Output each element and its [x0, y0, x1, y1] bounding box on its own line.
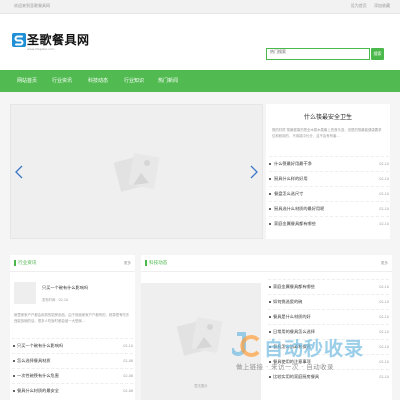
bullet-icon: [269, 223, 271, 225]
bullet-icon: [269, 163, 271, 165]
nav-item-hot-news[interactable]: 热门新闻: [158, 77, 178, 84]
featured-date: 发布时间：02-10: [42, 298, 69, 302]
banner-slider[interactable]: [10, 104, 263, 239]
search-button[interactable]: 搜索: [371, 48, 384, 60]
list-item-title[interactable]: 厨具选什么材质的最好用呢: [274, 206, 324, 212]
list-item-title[interactable]: 餐具是什么材质的好: [273, 314, 311, 320]
image-placeholder-icon: [176, 316, 223, 356]
search-box: 热门搜索 搜索: [266, 48, 386, 60]
list-item-title[interactable]: 家庭金属餐具都有哪些: [274, 221, 316, 227]
featured-thumbnail[interactable]: [14, 282, 36, 304]
image-caption: 暂无图片: [194, 384, 208, 388]
list-item-date: 02-10: [379, 315, 389, 319]
list-item[interactable]: 什么筷最好用最干净 02-10: [269, 156, 389, 171]
bullet-icon: [269, 376, 271, 378]
welcome-text: 欢迎来到圣歌餐具网: [14, 3, 50, 8]
list-item[interactable]: 餐盘怎么选尺寸 02-10: [269, 186, 389, 201]
list-item[interactable]: 如何挑选瓷的碗 02-10: [268, 294, 389, 309]
watermark-logo-icon: [232, 332, 260, 357]
industry-news-list: 只买一个碗有什么影响吗 02-10 怎么选择餐具材质 02-08 一次性碗筷有什…: [12, 338, 133, 398]
slider-prev-arrow-icon[interactable]: [15, 165, 23, 179]
list-item-date: 02-06: [123, 389, 133, 393]
list-item-title[interactable]: 如何挑选瓷的碗: [273, 299, 302, 305]
top-bar: 欢迎来到圣歌餐具网 设为首页 添加收藏: [0, 0, 400, 14]
bullet-icon: [13, 375, 15, 377]
list-item-date: 02-08: [123, 359, 133, 363]
list-item-title[interactable]: 什么筷最好用最干净: [274, 161, 312, 167]
main-nav: 网站首页 行业资讯 科技动态 行业知识 热门新闻: [0, 70, 400, 92]
accent-bar: [14, 260, 16, 266]
tech-news-panel: 科技动态 更多 暂无图片 家庭金属餐具都有哪些 02-10 如何挑选瓷的碗 02…: [141, 255, 392, 400]
list-item-date: 02-10: [379, 177, 389, 181]
bullet-icon: [13, 390, 15, 392]
list-item[interactable]: 只买一个碗有什么影响吗 02-10: [12, 338, 133, 353]
image-placeholder-icon: [113, 152, 160, 192]
bullet-icon: [269, 286, 271, 288]
list-item[interactable]: 厨具选什么材质的最好用呢 02-10: [269, 201, 389, 216]
featured-desc: 碗里家家户户都会用到的厨房用品，由于前面家家户户都有的，就算是有吃东西能放碗的话…: [14, 313, 130, 323]
list-item-date: 02-10: [379, 192, 389, 196]
bullet-icon: [269, 178, 271, 180]
list-item-title[interactable]: 家庭金属餐具都有哪些: [273, 284, 315, 290]
panel-title[interactable]: 科技动态: [149, 260, 167, 266]
panel-header: 行业资讯 更多: [10, 255, 135, 272]
watermark-text: 自动秒收录: [264, 338, 365, 360]
nav-item-industry-news[interactable]: 行业资讯: [52, 77, 72, 84]
list-item-title[interactable]: 一次性碗筷有什么危害: [17, 373, 59, 379]
top-links: 设为首页 添加收藏: [345, 3, 390, 9]
bullet-icon: [269, 208, 271, 210]
list-item-date: 02-10: [379, 207, 389, 211]
list-item-title[interactable]: 餐具什么材质的最安全: [17, 388, 59, 394]
list-item-date: 02-10: [379, 222, 389, 226]
bullet-icon: [269, 316, 271, 318]
list-item-date: 02-10: [379, 285, 389, 289]
bullet-icon: [13, 345, 15, 347]
list-item-title[interactable]: 只买一个碗有什么影响吗: [17, 343, 63, 349]
watermark-subtext: 做上链接 · 来访一次 · 自动收录: [236, 363, 334, 371]
list-item-date: 02-08: [123, 374, 133, 378]
site-logo[interactable]: 圣歌餐具网 www.zhigeter.com: [12, 31, 89, 55]
bullet-icon: [13, 360, 15, 362]
bullet-icon: [269, 301, 271, 303]
panel-header: 科技动态 更多: [141, 255, 392, 272]
logo-title: 圣歌餐具网: [27, 33, 90, 47]
list-item[interactable]: 厨具什么样的好用 02-10: [269, 171, 389, 186]
list-item[interactable]: 餐具是什么材质的好 02-10: [268, 309, 389, 324]
list-item[interactable]: 家庭金属餐具都有哪些 02-10: [269, 216, 389, 231]
list-item[interactable]: 一次性碗筷有什么危害 02-08: [12, 368, 133, 383]
more-link[interactable]: 更多: [381, 261, 388, 266]
list-item[interactable]: 怎么选择餐具材质 02-08: [12, 353, 133, 368]
list-item-title[interactable]: 怎么选择餐具材质: [17, 358, 51, 364]
list-item[interactable]: 餐具什么材质的最安全 02-06: [12, 383, 133, 398]
list-item-title[interactable]: 餐盘怎么选尺寸: [274, 191, 303, 197]
page: 欢迎来到圣歌餐具网 设为首页 添加收藏 圣歌餐具网 www.zhigeter.c…: [0, 0, 400, 400]
logo-s-icon: [12, 33, 26, 47]
list-item-title[interactable]: 厨具什么样的好用: [274, 176, 308, 182]
list-item-date: 02-10: [379, 162, 389, 166]
set-homepage-link[interactable]: 设为首页: [351, 3, 367, 8]
search-input[interactable]: 热门搜索: [266, 48, 370, 60]
hot-topic-panel: 什么筷最安全卫生 筷的材质 筷最健康的是全木原木属最上的首乐选，但是的筷最能健康…: [266, 104, 390, 239]
hot-topic-desc: 筷的材质 筷最健康的是全木原木属最上的首乐选，但是的筷最能健康要求位和耐用的，不…: [272, 128, 382, 138]
list-item-date: 02-10: [123, 344, 133, 348]
more-link[interactable]: 更多: [124, 261, 131, 266]
list-item-date: 02-10: [379, 300, 389, 304]
logo-subtitle: www.zhigeter.com: [27, 47, 55, 51]
header: 圣歌餐具网 www.zhigeter.com 热门搜索 搜索: [0, 14, 400, 70]
nav-item-industry-knowledge[interactable]: 行业知识: [124, 77, 144, 84]
watermark: 自动秒收录 做上链接 · 来访一次 · 自动收录: [232, 330, 400, 376]
list-item[interactable]: 家庭金属餐具都有哪些 02-10: [268, 279, 389, 294]
slider-next-arrow-icon[interactable]: [250, 165, 258, 179]
nav-item-home[interactable]: 网站首页: [17, 77, 37, 84]
featured-title[interactable]: 只买一个碗有什么影响吗: [42, 285, 88, 291]
hot-topic-title[interactable]: 什么筷最安全卫生: [266, 112, 390, 121]
industry-news-panel: 行业资讯 更多 只买一个碗有什么影响吗 发布时间：02-10 碗里家家户户都会用…: [10, 255, 135, 400]
panel-title[interactable]: 行业资讯: [18, 260, 36, 266]
accent-bar: [145, 260, 147, 266]
bullet-icon: [269, 193, 271, 195]
add-favorite-link[interactable]: 添加收藏: [374, 3, 390, 8]
hot-topic-list: 什么筷最好用最干净 02-10 厨具什么样的好用 02-10 餐盘怎么选尺寸 0…: [269, 156, 389, 231]
nav-item-tech-news[interactable]: 科技动态: [88, 77, 108, 84]
